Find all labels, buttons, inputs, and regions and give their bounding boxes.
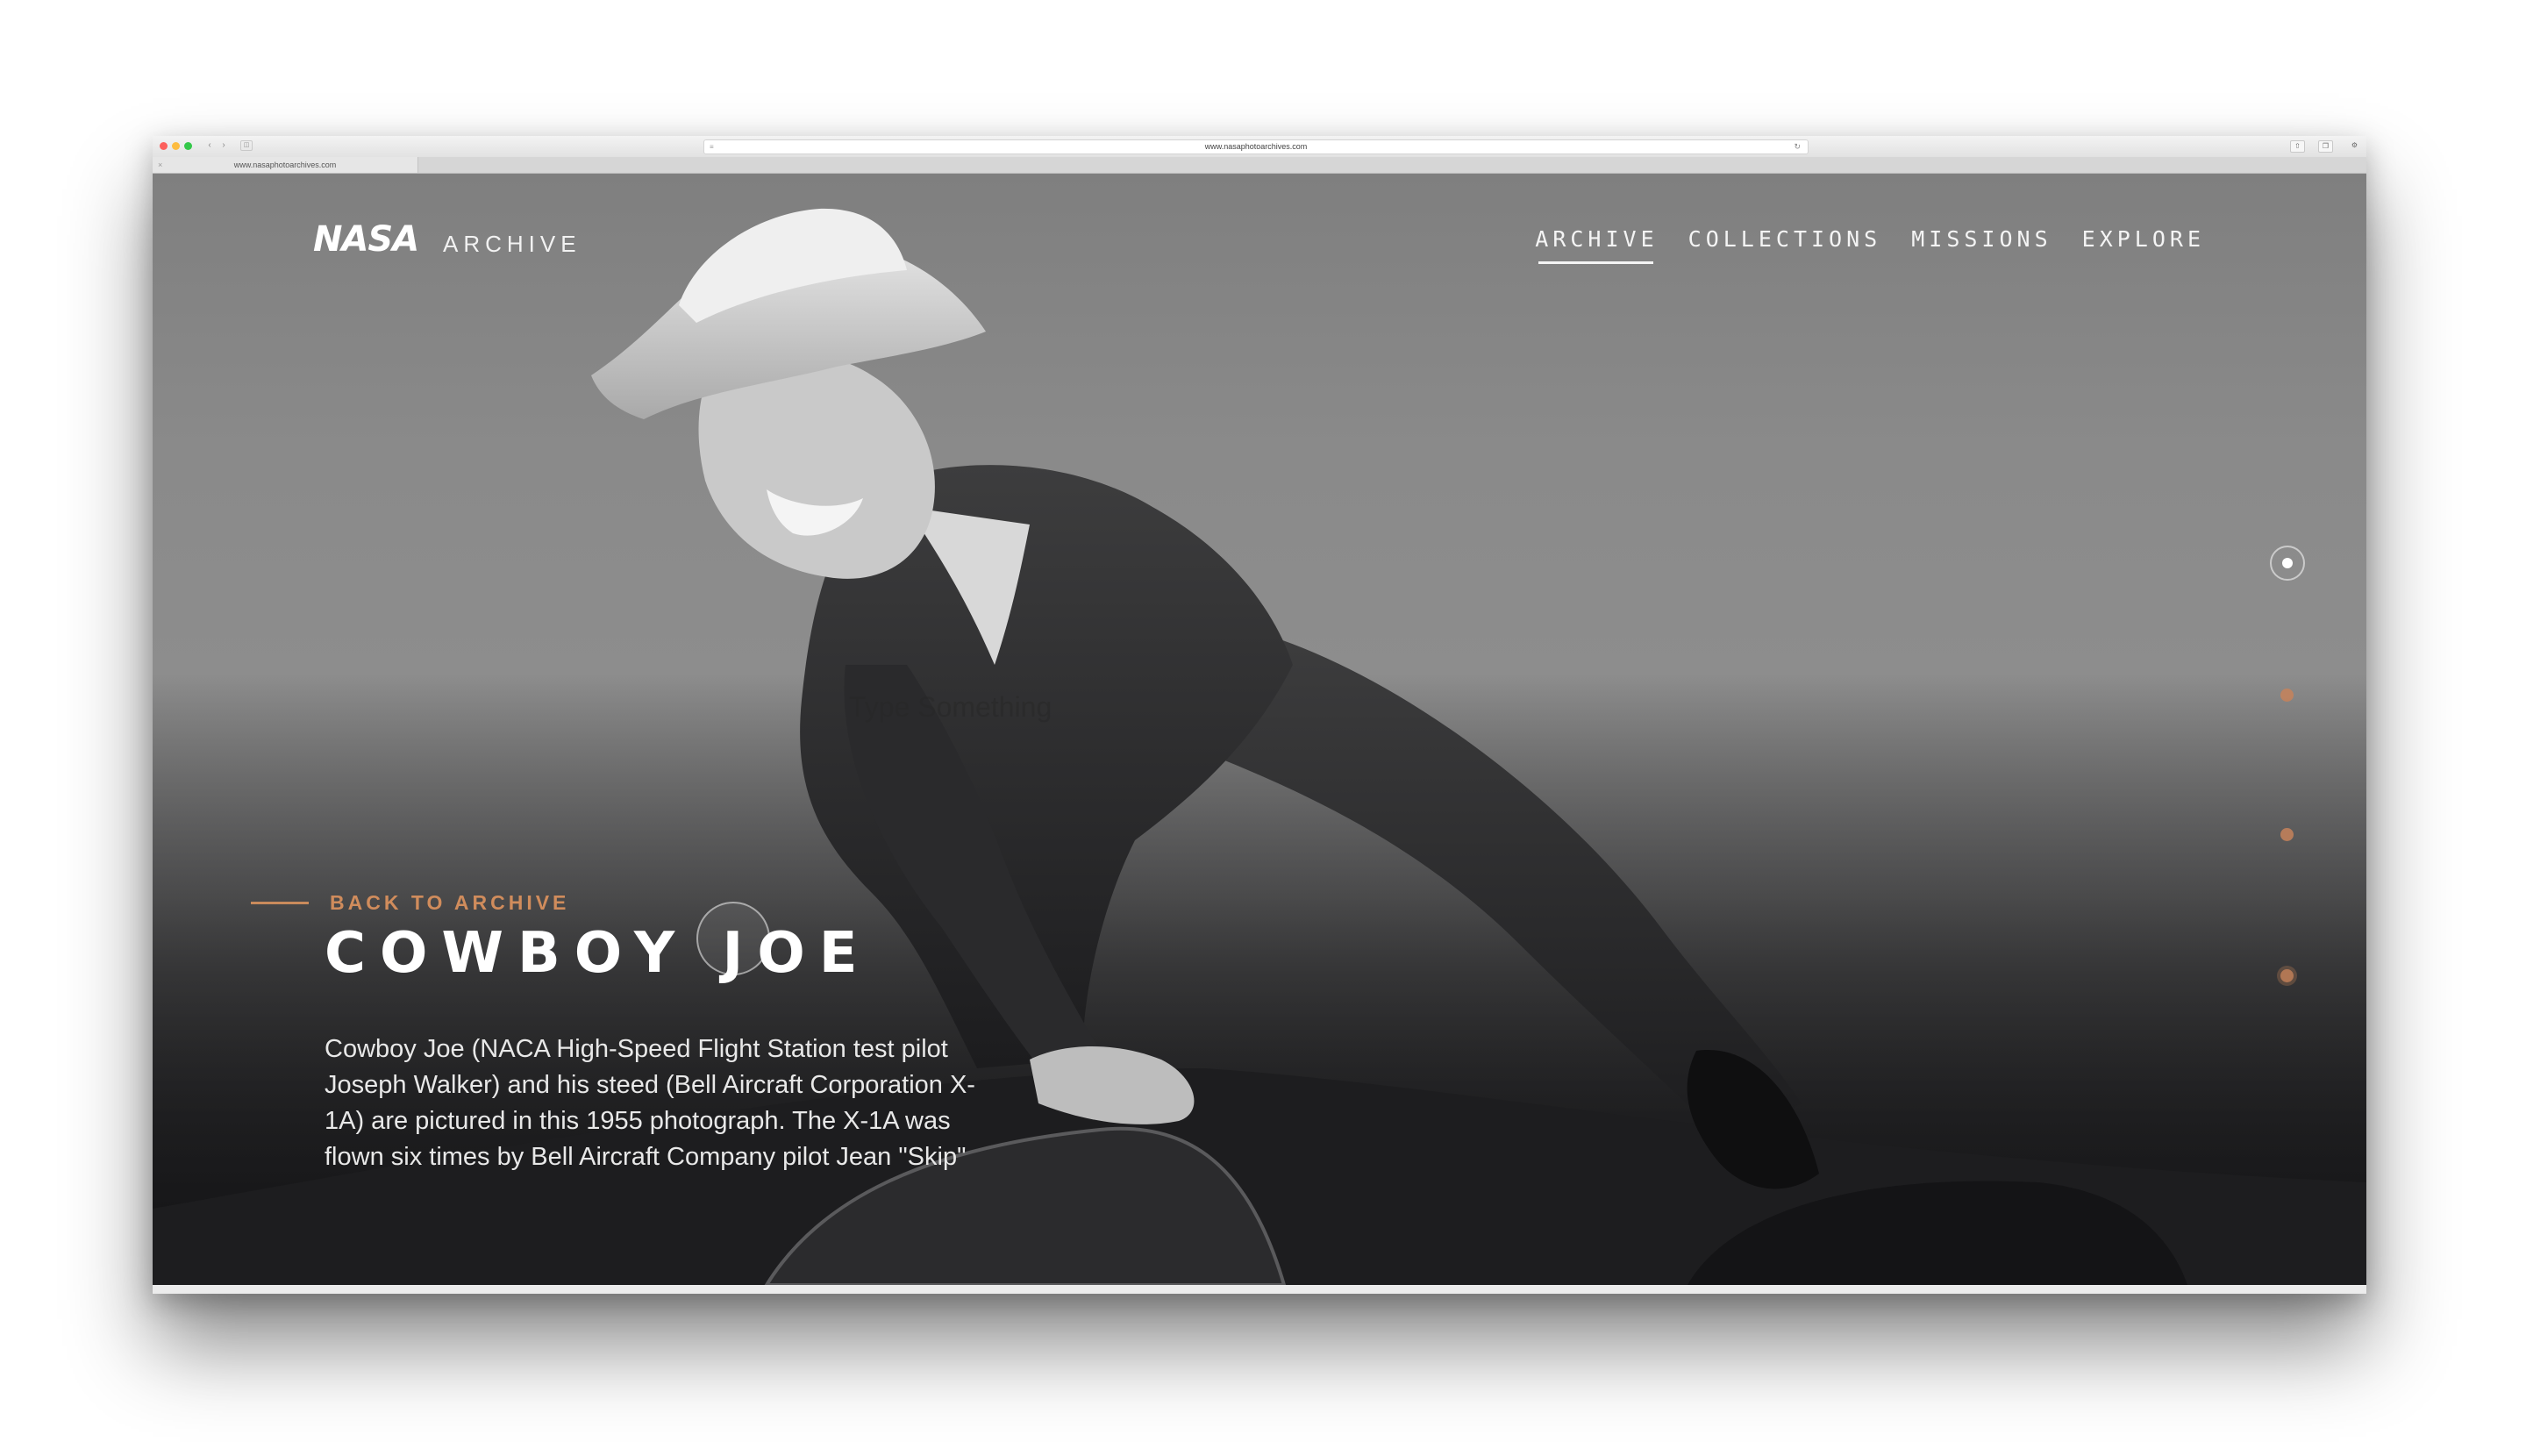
nav-collections[interactable]: COLLECTIONS	[1688, 226, 1882, 252]
nav-missions[interactable]: MISSIONS	[1911, 226, 2051, 252]
back-link-label: BACK TO ARCHIVE	[330, 891, 570, 914]
pager-dot-4[interactable]	[2280, 969, 2294, 982]
nasa-logo[interactable]: NASA ARCHIVE	[313, 219, 576, 260]
tab-title: www.nasaphotoarchives.com	[233, 161, 337, 169]
address-bar[interactable]: ≡ www.nasaphotoarchives.com ↻	[703, 139, 1809, 154]
address-url: www.nasaphotoarchives.com	[1204, 142, 1308, 151]
logo-subtitle: ARCHIVE	[443, 231, 582, 257]
browser-tab[interactable]: × www.nasaphotoarchives.com	[153, 157, 418, 173]
browser-toolbar: ‹ › ◫ ≡ www.nasaphotoarchives.com ↻ ⇧ ❐ …	[153, 136, 2366, 158]
close-window-icon[interactable]	[160, 142, 168, 150]
tab-bar: × www.nasaphotoarchives.com	[153, 157, 2366, 174]
slide-pager	[2270, 174, 2305, 1285]
forward-arrow-icon[interactable]: ›	[218, 140, 230, 151]
minimize-window-icon[interactable]	[172, 142, 180, 150]
tab-close-icon[interactable]: ×	[158, 157, 162, 173]
pager-dot-1[interactable]	[2270, 546, 2305, 581]
photo-description: Cowboy Joe (NACA High-Speed Flight Stati…	[325, 1035, 975, 1171]
back-to-archive-link[interactable]: BACK TO ARCHIVE	[251, 891, 569, 915]
pager-dot-3[interactable]	[2280, 828, 2294, 841]
nav-explore[interactable]: EXPLORE	[2082, 226, 2205, 252]
back-arrow-icon[interactable]: ‹	[203, 140, 216, 151]
hero-page: NASA ARCHIVE ARCHIVE COLLECTIONS MISSION…	[153, 174, 2366, 1285]
reader-icon[interactable]: ≡	[710, 140, 714, 153]
tabs-overview-icon[interactable]: ❐	[2318, 140, 2333, 153]
settings-gear-icon[interactable]: ⚙	[2348, 140, 2361, 151]
reload-icon[interactable]: ↻	[1794, 140, 1801, 153]
zoom-window-icon[interactable]	[184, 142, 192, 150]
search-hint-text: Type Something	[849, 691, 1052, 723]
page-title: COWBOY JOE	[325, 921, 872, 986]
nav-archive[interactable]: ARCHIVE	[1535, 226, 1658, 264]
browser-window: ‹ › ◫ ≡ www.nasaphotoarchives.com ↻ ⇧ ❐ …	[153, 136, 2366, 1294]
share-icon[interactable]: ⇧	[2290, 140, 2305, 153]
sidebar-toggle-icon[interactable]: ◫	[240, 140, 253, 151]
pager-dot-2[interactable]	[2280, 689, 2294, 702]
nasa-wordmark: NASA	[313, 219, 419, 260]
main-nav: ARCHIVE COLLECTIONS MISSIONS EXPLORE	[1535, 226, 2205, 264]
back-link-line	[251, 902, 309, 904]
